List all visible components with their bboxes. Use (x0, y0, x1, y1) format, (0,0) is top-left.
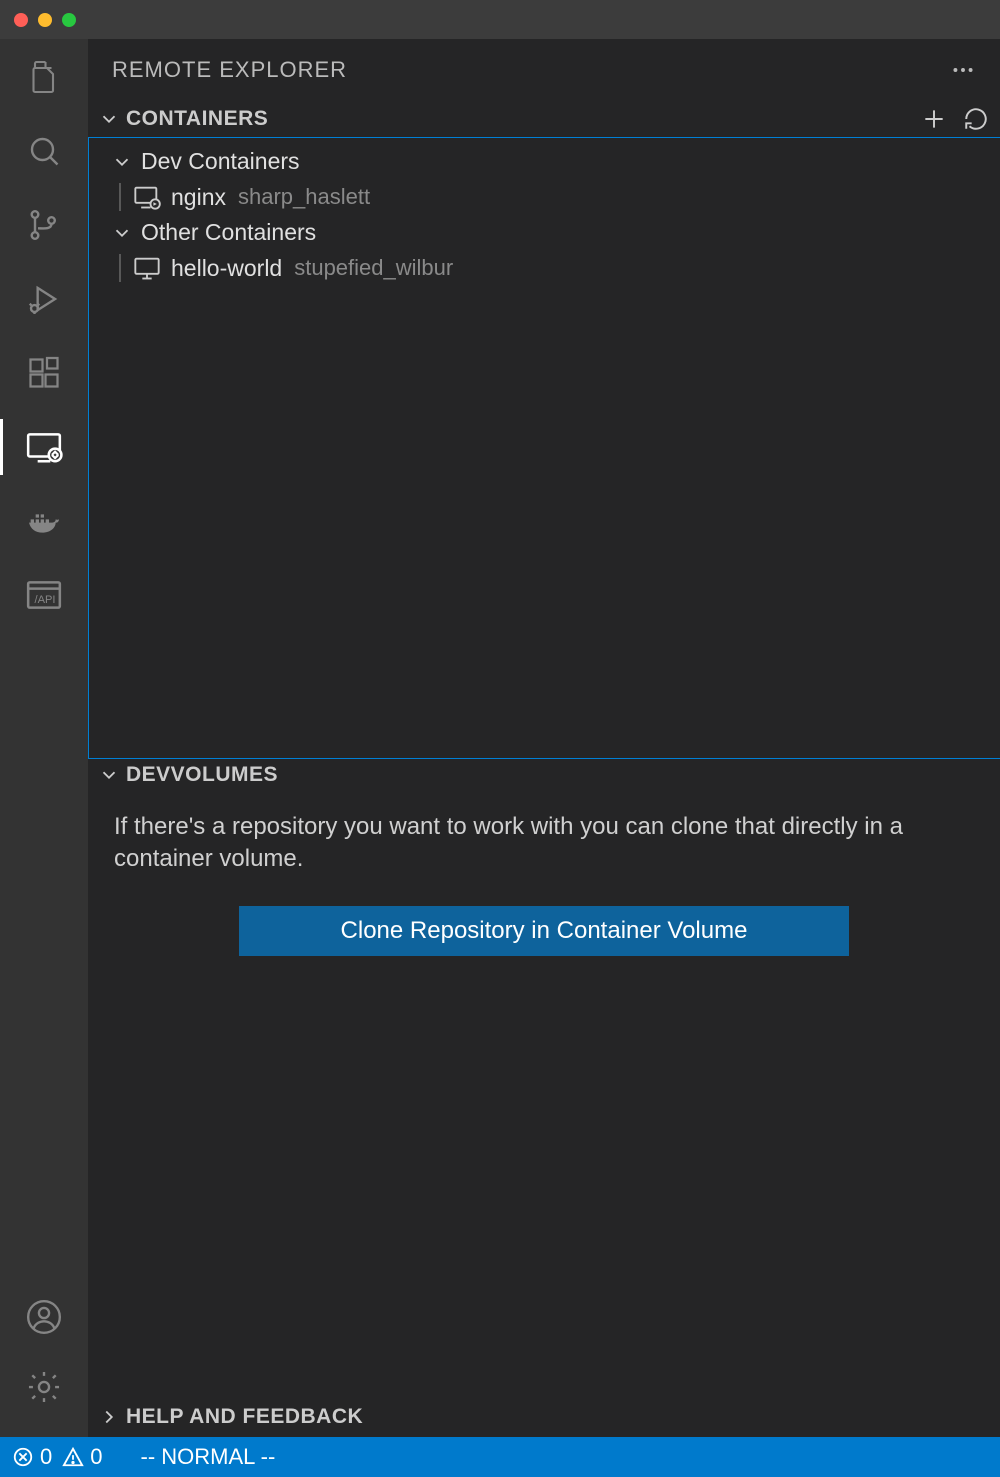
tree-group-label: Other Containers (141, 219, 316, 246)
chevron-down-icon (98, 764, 120, 786)
status-warnings[interactable]: 0 (62, 1444, 102, 1470)
section-header-devvolumes[interactable]: DEVVOLUMES (88, 759, 1000, 791)
chevron-down-icon (111, 222, 133, 244)
status-errors[interactable]: 0 (12, 1444, 52, 1470)
accounts-icon[interactable] (24, 1297, 64, 1337)
container-alias: sharp_haslett (238, 184, 370, 210)
warning-icon (62, 1446, 84, 1468)
container-item[interactable]: hello-world stupefied_wilbur (89, 250, 1000, 286)
extensions-icon[interactable] (24, 353, 64, 393)
refresh-icon[interactable] (962, 105, 990, 133)
container-name: hello-world (171, 255, 282, 282)
devvolumes-description: If there's a repository you want to work… (114, 811, 974, 876)
sidebar-panel: REMOTE EXPLORER CONTAINERS (88, 39, 1000, 1437)
chevron-down-icon (111, 151, 133, 173)
chevron-down-icon (98, 108, 120, 130)
container-monitor-icon (133, 254, 161, 282)
error-count: 0 (40, 1444, 52, 1470)
section-header-help[interactable]: HELP AND FEEDBACK (88, 1401, 1000, 1437)
explorer-icon[interactable] (24, 57, 64, 97)
containers-tree: Dev Containers nginx sharp_haslett Other… (88, 137, 1000, 759)
tree-group-label: Dev Containers (141, 148, 300, 175)
remote-explorer-icon[interactable] (24, 427, 64, 467)
section-label: DEVVOLUMES (126, 763, 278, 787)
section-label: HELP AND FEEDBACK (126, 1405, 363, 1429)
new-container-icon[interactable] (920, 105, 948, 133)
tree-group-other-containers[interactable]: Other Containers (89, 215, 1000, 250)
search-icon[interactable] (24, 131, 64, 171)
error-icon (12, 1446, 34, 1468)
sidebar-title: REMOTE EXPLORER (112, 57, 347, 83)
clone-repository-button[interactable]: Clone Repository in Container Volume (239, 906, 849, 956)
vim-mode-text: -- NORMAL -- (141, 1444, 276, 1470)
warning-count: 0 (90, 1444, 102, 1470)
settings-gear-icon[interactable] (24, 1367, 64, 1407)
container-name: nginx (171, 184, 226, 211)
section-header-containers[interactable]: CONTAINERS (88, 101, 1000, 137)
container-item[interactable]: nginx sharp_haslett (89, 179, 1000, 215)
window-close-button[interactable] (14, 13, 28, 27)
window-minimize-button[interactable] (38, 13, 52, 27)
container-alias: stupefied_wilbur (294, 255, 453, 281)
section-label: CONTAINERS (126, 107, 268, 131)
window-zoom-button[interactable] (62, 13, 76, 27)
status-bar: 0 0 -- NORMAL -- (0, 1437, 1000, 1477)
tree-group-dev-containers[interactable]: Dev Containers (89, 144, 1000, 179)
svg-text:/API: /API (35, 594, 56, 606)
api-icon[interactable]: /API (24, 575, 64, 615)
status-vim-mode[interactable]: -- NORMAL -- (141, 1444, 276, 1470)
chevron-right-icon (98, 1406, 120, 1428)
source-control-icon[interactable] (24, 205, 64, 245)
more-actions-icon[interactable] (950, 57, 976, 83)
tree-indent-guide (119, 183, 121, 211)
container-running-icon (133, 183, 161, 211)
activity-bar: /API (0, 39, 88, 1437)
docker-icon[interactable] (24, 501, 64, 541)
devvolumes-body: If there's a repository you want to work… (88, 791, 1000, 1401)
run-debug-icon[interactable] (24, 279, 64, 319)
window-titlebar (0, 0, 1000, 39)
tree-indent-guide (119, 254, 121, 282)
